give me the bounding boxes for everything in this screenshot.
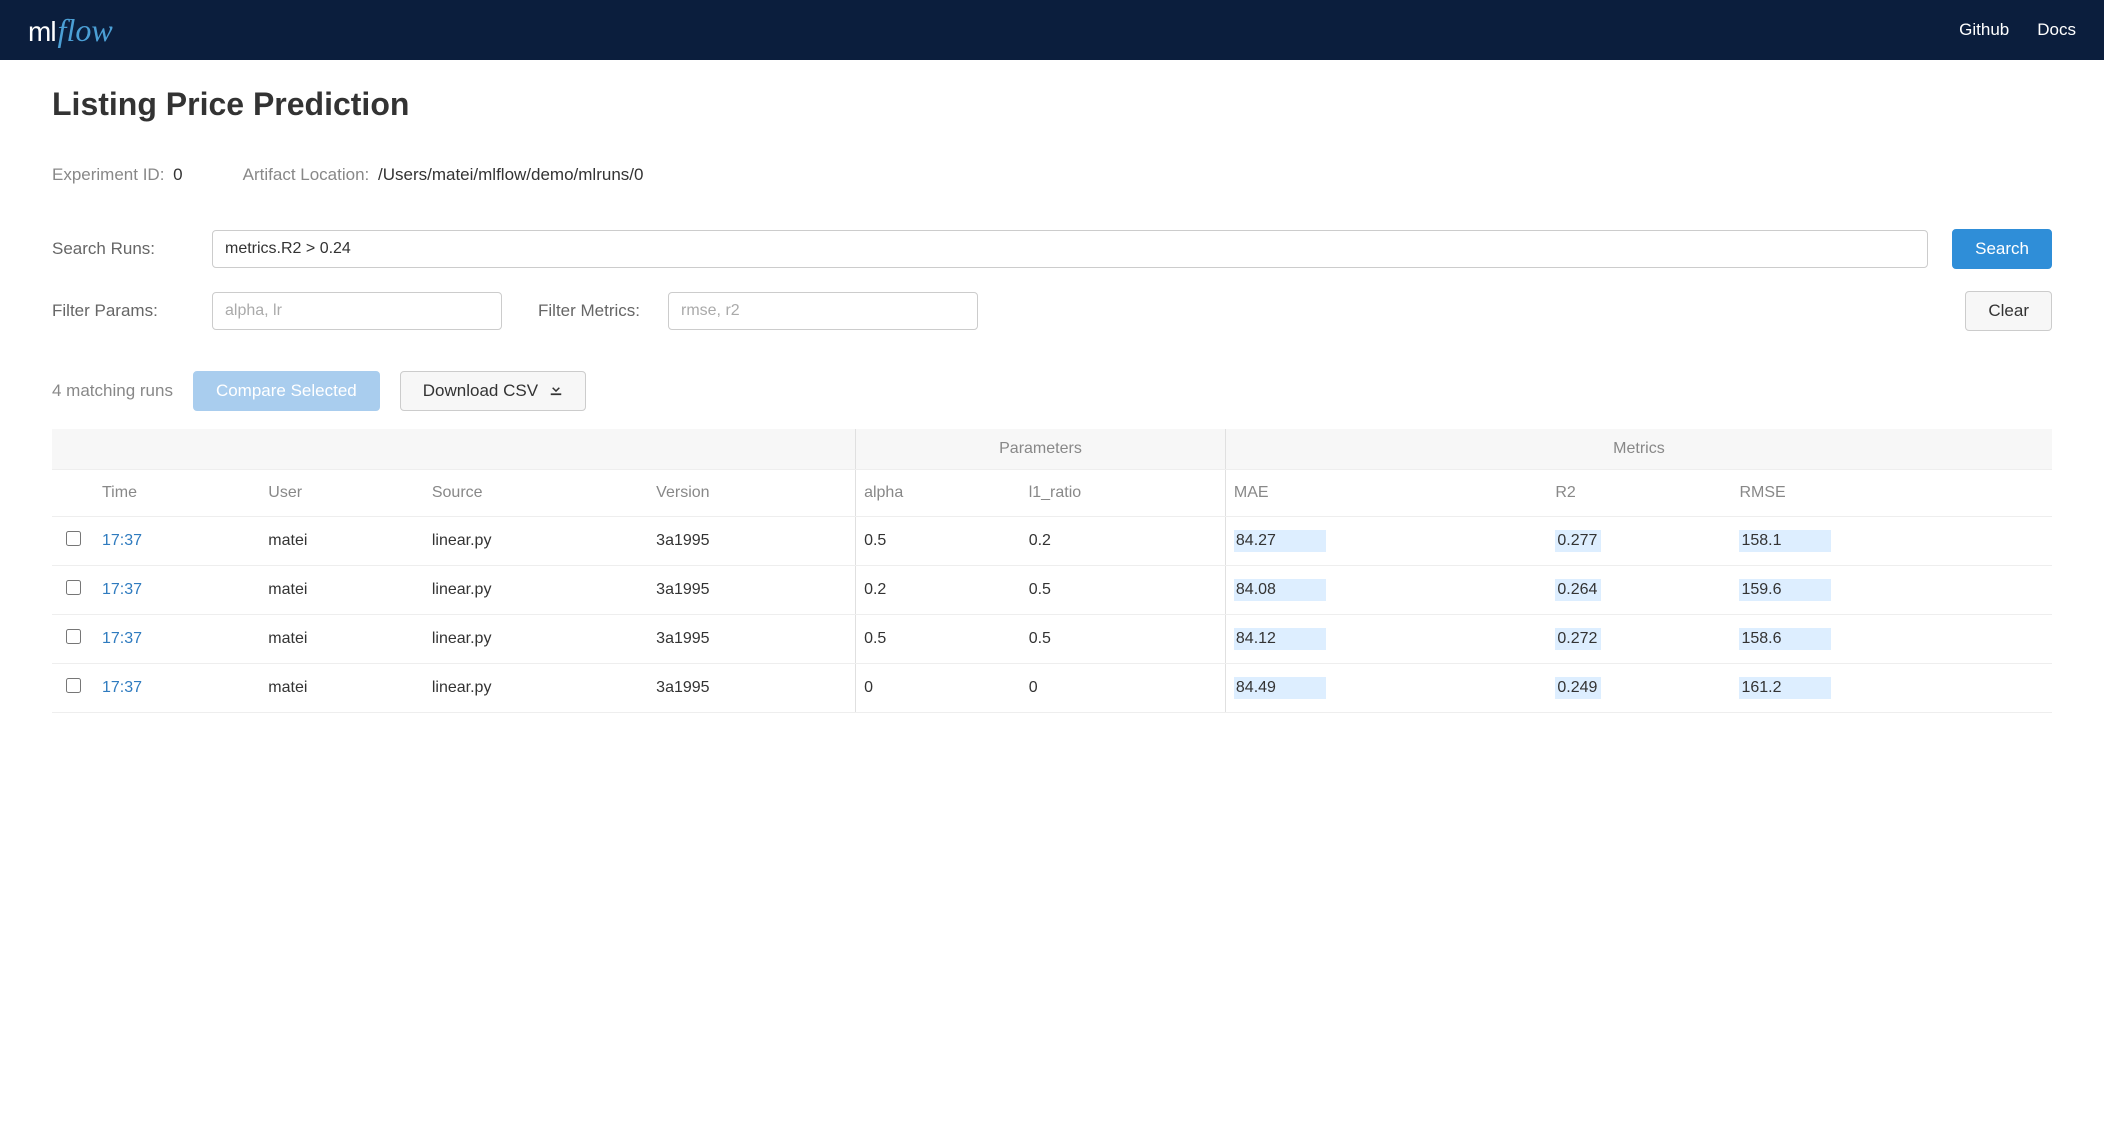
table-row: 17:37mateilinear.py3a19950084.490.249161… — [52, 664, 2052, 713]
nav-docs-link[interactable]: Docs — [2037, 20, 2076, 40]
experiment-id-value: 0 — [173, 165, 182, 184]
run-version: 3a1995 — [648, 566, 855, 615]
filter-params-label: Filter Params: — [52, 301, 212, 321]
table-group-row: Parameters Metrics — [52, 429, 2052, 470]
run-mae: 84.27 — [1225, 517, 1547, 566]
nav-links: Github Docs — [1959, 20, 2076, 40]
col-version: Version — [648, 470, 855, 517]
runs-table: Parameters Metrics Time User Source Vers… — [52, 429, 2052, 713]
col-l1ratio: l1_ratio — [1021, 470, 1226, 517]
run-rmse: 161.2 — [1731, 664, 2052, 713]
experiment-meta: Experiment ID: 0 Artifact Location: /Use… — [52, 165, 2052, 185]
run-rmse: 159.6 — [1731, 566, 2052, 615]
run-alpha: 0.5 — [856, 615, 1021, 664]
search-button[interactable]: Search — [1952, 229, 2052, 269]
run-version: 3a1995 — [648, 517, 855, 566]
run-rmse: 158.6 — [1731, 615, 2052, 664]
run-source: linear.py — [424, 664, 648, 713]
download-csv-label: Download CSV — [423, 381, 538, 400]
run-l1ratio: 0.5 — [1021, 566, 1226, 615]
run-alpha: 0.2 — [856, 566, 1021, 615]
col-checkbox — [52, 470, 94, 517]
table-row: 17:37mateilinear.py3a19950.50.584.120.27… — [52, 615, 2052, 664]
col-alpha: alpha — [856, 470, 1021, 517]
table-col-row: Time User Source Version alpha l1_ratio … — [52, 470, 2052, 517]
artifact-location-value: /Users/matei/mlflow/demo/mlruns/0 — [378, 165, 643, 184]
run-alpha: 0.5 — [856, 517, 1021, 566]
clear-button[interactable]: Clear — [1965, 291, 2052, 331]
run-r2: 0.264 — [1547, 566, 1731, 615]
run-time-link[interactable]: 17:37 — [102, 630, 142, 647]
filter-row: Filter Params: Filter Metrics: Clear — [52, 291, 2052, 331]
run-r2: 0.249 — [1547, 664, 1731, 713]
run-rmse: 158.1 — [1731, 517, 2052, 566]
download-icon — [549, 381, 563, 400]
logo-flow: flow — [58, 12, 113, 49]
filter-metrics-label: Filter Metrics: — [538, 301, 640, 321]
run-source: linear.py — [424, 615, 648, 664]
run-version: 3a1995 — [648, 664, 855, 713]
run-r2: 0.272 — [1547, 615, 1731, 664]
download-csv-button[interactable]: Download CSV — [400, 371, 586, 411]
artifact-location: Artifact Location: /Users/matei/mlflow/d… — [243, 165, 644, 185]
run-l1ratio: 0.5 — [1021, 615, 1226, 664]
table-row: 17:37 mateilinear.py3a19950.50.284.270.27… — [52, 517, 2052, 566]
group-blank — [52, 429, 856, 470]
run-l1ratio: 0 — [1021, 664, 1226, 713]
group-parameters: Parameters — [856, 429, 1226, 470]
logo-ml: ml — [28, 16, 56, 48]
main-container: Listing Price Prediction Experiment ID: … — [0, 60, 2104, 739]
compare-selected-button[interactable]: Compare Selected — [193, 371, 380, 411]
artifact-location-label: Artifact Location: — [243, 165, 370, 184]
run-user: matei — [260, 566, 424, 615]
run-time-link[interactable]: 17:37 — [102, 532, 142, 549]
col-user: User — [260, 470, 424, 517]
filter-params-input[interactable] — [212, 292, 502, 330]
actions-row: 4 matching runs Compare Selected Downloa… — [52, 371, 2052, 411]
run-user: matei — [260, 615, 424, 664]
run-time-link[interactable]: 17:37 — [102, 581, 142, 598]
run-user: matei — [260, 517, 424, 566]
row-checkbox[interactable] — [66, 531, 81, 546]
run-source: linear.py — [424, 566, 648, 615]
run-mae: 84.49 — [1225, 664, 1547, 713]
experiment-id-label: Experiment ID: — [52, 165, 164, 184]
run-mae: 84.12 — [1225, 615, 1547, 664]
search-input[interactable] — [212, 230, 1928, 268]
run-alpha: 0 — [856, 664, 1021, 713]
col-mae: MAE — [1225, 470, 1547, 517]
run-time-link[interactable]: 17:37 — [102, 679, 142, 696]
run-source: linear.py — [424, 517, 648, 566]
run-l1ratio: 0.2 — [1021, 517, 1226, 566]
run-mae: 84.08 — [1225, 566, 1547, 615]
experiment-id: Experiment ID: 0 — [52, 165, 183, 185]
run-version: 3a1995 — [648, 615, 855, 664]
nav-github-link[interactable]: Github — [1959, 20, 2009, 40]
row-checkbox[interactable] — [66, 678, 81, 693]
table-row: 17:37 mateilinear.py3a19950.20.584.080.26… — [52, 566, 2052, 615]
page-title: Listing Price Prediction — [52, 86, 2052, 123]
run-user: matei — [260, 664, 424, 713]
col-source: Source — [424, 470, 648, 517]
search-label: Search Runs: — [52, 239, 212, 259]
row-checkbox[interactable] — [66, 580, 81, 595]
matching-runs-text: 4 matching runs — [52, 381, 173, 401]
search-row: Search Runs: Search — [52, 229, 2052, 269]
col-rmse: RMSE — [1731, 470, 2052, 517]
logo[interactable]: mlflow — [28, 12, 113, 49]
col-r2: R2 — [1547, 470, 1731, 517]
group-metrics: Metrics — [1225, 429, 2052, 470]
navbar: mlflow Github Docs — [0, 0, 2104, 60]
col-time: Time — [94, 470, 260, 517]
row-checkbox[interactable] — [66, 629, 81, 644]
filter-metrics-input[interactable] — [668, 292, 978, 330]
run-r2: 0.277 — [1547, 517, 1731, 566]
